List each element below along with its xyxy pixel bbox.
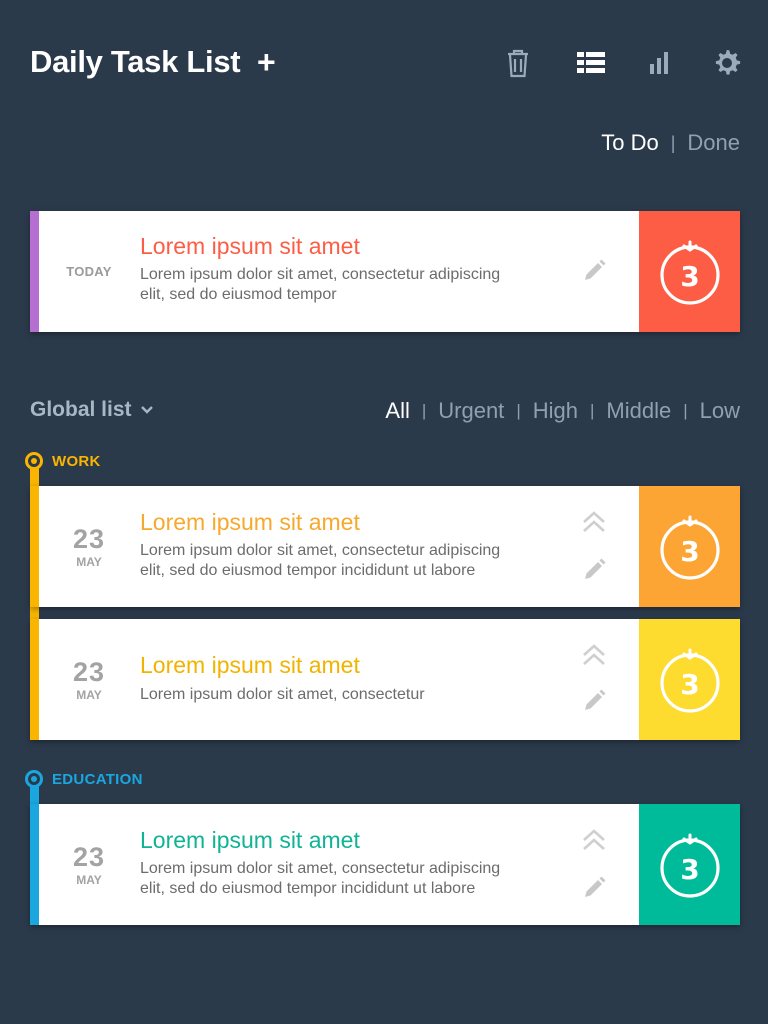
task-date: 23 MAY <box>60 486 118 607</box>
tab-done[interactable]: Done <box>687 130 740 156</box>
bar-chart-icon[interactable] <box>642 46 676 80</box>
priority-stripe <box>30 619 39 740</box>
tomato-icon: 3 <box>659 240 720 305</box>
pomodoro-counter[interactable]: 3 <box>639 486 740 607</box>
pomodoro-counter[interactable]: 3 <box>639 804 740 925</box>
task-day: 23 <box>72 523 106 554</box>
global-list-dropdown[interactable]: Global list <box>30 398 154 422</box>
filter-high[interactable]: High <box>533 398 578 424</box>
priority-stripe <box>30 486 39 607</box>
pomodoro-counter[interactable]: 3 <box>639 619 740 740</box>
tomato-icon: 3 <box>659 648 720 713</box>
list-header: Global list All | Urgent | High | Middle… <box>30 396 740 430</box>
tomato-icon: 3 <box>659 515 720 580</box>
add-task-button[interactable]: + <box>257 46 276 78</box>
priority-stripe <box>30 211 39 332</box>
task-description-line: Lorem ipsum dolor sit amet, consectetur <box>140 686 425 703</box>
task-title: Lorem ipsum sit amet <box>140 509 360 535</box>
task-description-line: Lorem ipsum dolor sit amet, consectetur … <box>140 542 501 559</box>
task-card[interactable]: 23 MAY Lorem ipsum sit amet Lorem ipsum … <box>30 804 740 925</box>
filter-separator: | <box>683 401 688 420</box>
task-description-line: Lorem ipsum dolor sit amet, consectetur … <box>140 860 501 877</box>
edit-pencil-icon[interactable] <box>580 257 608 285</box>
pomodoro-count: 3 <box>680 668 699 701</box>
priority-chevron-up-icon[interactable] <box>580 508 608 536</box>
task-date: TODAY <box>60 211 118 332</box>
task-description-line: Lorem ipsum dolor sit amet, consectetur … <box>140 266 501 283</box>
priority-filters: All | Urgent | High | Middle | Low <box>385 398 740 424</box>
filter-urgent[interactable]: Urgent <box>438 398 504 424</box>
filter-low[interactable]: Low <box>700 398 740 424</box>
category-marker-icon <box>25 452 43 470</box>
chevron-down-icon <box>140 406 153 414</box>
filter-separator: | <box>421 401 427 420</box>
task-description: Lorem ipsum dolor sit amet, consectetur … <box>140 265 560 305</box>
task-card[interactable]: 23 MAY Lorem ipsum sit amet Lorem ipsum … <box>30 486 740 607</box>
pomodoro-count: 3 <box>680 535 699 568</box>
task-title: Lorem ipsum sit amet <box>140 233 360 259</box>
edit-pencil-icon[interactable] <box>580 556 608 584</box>
status-tabs: To Do | Done <box>601 130 740 156</box>
category-marker-icon <box>25 770 43 788</box>
task-title: Lorem ipsum sit amet <box>140 652 360 678</box>
category-label-work: WORK <box>52 453 101 470</box>
task-description-line: elit, sed do eiusmod tempor incididunt u… <box>140 562 476 579</box>
trash-icon[interactable] <box>501 46 535 80</box>
priority-chevron-up-icon[interactable] <box>580 641 608 669</box>
task-description-line: elit, sed do eiusmod tempor <box>140 286 337 303</box>
list-view-icon[interactable] <box>574 46 608 80</box>
today-label: TODAY <box>66 264 112 279</box>
edit-pencil-icon[interactable] <box>580 874 608 902</box>
filter-all[interactable]: All <box>385 398 409 424</box>
today-task-card[interactable]: TODAY Lorem ipsum sit amet Lorem ipsum d… <box>30 211 740 332</box>
pomodoro-counter[interactable]: 3 <box>639 211 740 332</box>
task-day: 23 <box>72 656 106 687</box>
task-date: 23 MAY <box>60 804 118 925</box>
edit-pencil-icon[interactable] <box>580 687 608 715</box>
tab-todo[interactable]: To Do <box>601 130 658 156</box>
task-card[interactable]: 23 MAY Lorem ipsum sit amet Lorem ipsum … <box>30 619 740 740</box>
category-label-education: EDUCATION <box>52 771 143 788</box>
app-header: Daily Task List + <box>0 0 768 120</box>
priority-stripe <box>30 804 39 925</box>
task-description: Lorem ipsum dolor sit amet, consectetur <box>140 685 560 705</box>
task-day: 23 <box>72 841 106 872</box>
task-month: MAY <box>76 687 102 702</box>
task-title: Lorem ipsum sit amet <box>140 827 360 853</box>
app-title: Daily Task List <box>30 44 241 79</box>
filter-separator: | <box>589 401 595 420</box>
global-list-label: Global list <box>30 398 132 421</box>
gear-icon[interactable] <box>710 46 744 80</box>
tab-separator: | <box>670 132 676 153</box>
tomato-icon: 3 <box>659 833 720 898</box>
task-month: MAY <box>76 872 102 887</box>
pomodoro-count: 3 <box>680 260 699 293</box>
task-description: Lorem ipsum dolor sit amet, consectetur … <box>140 859 560 899</box>
filter-middle[interactable]: Middle <box>606 398 671 424</box>
task-description: Lorem ipsum dolor sit amet, consectetur … <box>140 541 560 581</box>
task-description-line: elit, sed do eiusmod tempor incididunt u… <box>140 880 476 897</box>
pomodoro-count: 3 <box>680 853 699 886</box>
task-month: MAY <box>76 554 102 569</box>
filter-separator: | <box>516 401 521 420</box>
task-date: 23 MAY <box>60 619 118 740</box>
priority-chevron-up-icon[interactable] <box>580 826 608 854</box>
